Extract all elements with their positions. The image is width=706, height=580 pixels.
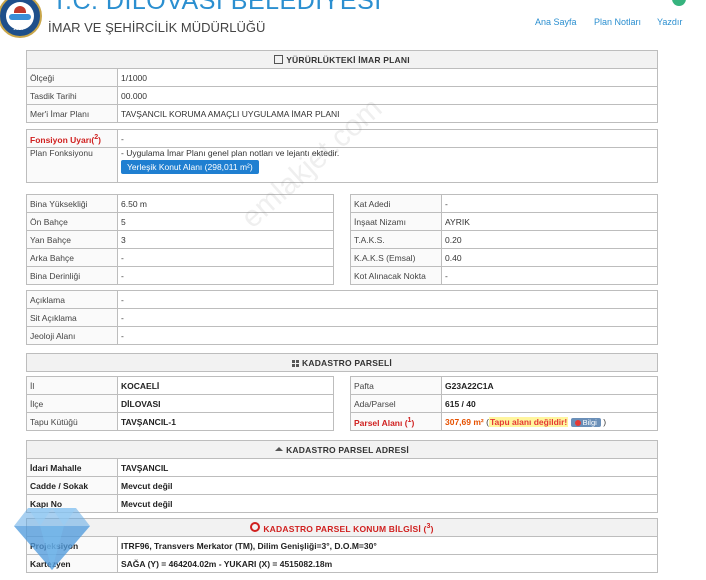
plan-note: - Uygulama İmar Planı genel plan notları… [121,148,340,159]
table-row: İl KOCAELİ [26,376,334,395]
table-row: Kapı No Mevcut değil [26,494,658,513]
params-right-table: Kat Adedi - İnşaat Nizamı AYRIK T.A.K.S. 0.… [350,194,658,285]
notes-table: Açıklama - Sit Açıklama - Jeoloji Alanı - [26,290,658,345]
table-row: Fonsiyon Uyarı(2) - [26,129,658,148]
page-header: 1987 T.C. DİLOVASI BELEDİYESİ İMAR VE ŞE… [0,0,706,46]
adres-table: KADASTRO PARSEL ADRESİ İdari Mahalle TAVŞ… [26,440,658,513]
adres-section-title: KADASTRO PARSEL ADRESİ [26,440,658,459]
tapu-warning: Tapu alanı değildir! [488,416,569,427]
department-title: İMAR VE ŞEHİRCİLİK MÜDÜRLÜĞÜ [48,20,266,35]
municipality-title: T.C. DİLOVASI BELEDİYESİ [52,0,382,15]
params-left-table: Bina Yüksekliği 6.50 m Ön Bahçe 5 Yan Bahç… [26,194,334,285]
table-row: Tapu Kütüğü TAVŞANCIL-1 [26,412,334,431]
table-icon [274,54,284,64]
table-row: Arka Bahçe - [26,248,334,267]
konum-table: KADASTRO PARSEL KONUM BİLGİSİ (3) Projek… [26,518,658,573]
table-row: Bina Derinliği - [26,266,334,285]
nav-plan-notlari-link[interactable]: Plan Notları [594,17,641,27]
table-row: Jeoloji Alanı - [26,326,658,345]
kadastro-header-table: KADASTRO PARSELİ [26,353,658,372]
table-row: İnşaat Nizamı AYRIK [350,212,658,231]
table-row: Mer'i İmar Planı TAVŞANCIL KORUMA AMAÇLI … [26,104,658,123]
table-row: Ada/Parsel 615 / 40 [350,394,658,413]
table-row: Sit Açıklama - [26,308,658,327]
table-row: Parsel Alanı (1) 307,69 m² (Tapu alanı d… [350,412,658,431]
table-row: İdari Mahalle TAVŞANCIL [26,458,658,477]
table-row: Kot Alınacak Nokta - [350,266,658,285]
fonksiyon-uyari-label: Fonsiyon Uyarı(2) [26,129,118,148]
logo-year: 1987 [13,26,25,32]
yerlesik-konut-button[interactable]: Yerleşik Konut Alanı (298,011 m²) [121,160,259,174]
status-dot-icon [672,0,686,6]
bilgi-button[interactable]: Bilgi [570,417,601,427]
kadastro-left-table: İl KOCAELİ İlçe DİLOVASI Tapu Kütüğü TAVŞAN… [26,376,334,431]
table-row: Pafta G23A22C1A [350,376,658,395]
table-row: Kat Adedi - [350,194,658,213]
table-row: Plan Fonksiyonu - Uygulama İmar Planı ge… [26,147,658,183]
municipality-logo: 1987 [0,0,42,38]
table-row: T.A.K.S. 0.20 [350,230,658,249]
info-icon [574,419,581,426]
table-row: Projeksiyon ITRF96, Transvers Merkator (T… [26,536,658,555]
table-row: Bina Yüksekliği 6.50 m [26,194,334,213]
nav-yazdir-link[interactable]: Yazdır [657,17,682,27]
table-row: Ölçeği 1/1000 [26,68,658,87]
table-row: Tasdik Tarihi 00.000 [26,86,658,105]
table-row: Açıklama - [26,290,658,309]
table-row: Kartezyen SAĞA (Y) = 464204.02m - YUKARI … [26,554,658,573]
konum-section-title: KADASTRO PARSEL KONUM BİLGİSİ (3) [26,518,658,537]
nav-ana-sayfa-link[interactable]: Ana Sayfa [535,17,577,27]
grid-icon [292,359,300,367]
parsel-alani-value: 307,69 m² [445,416,484,427]
table-row: Cadde / Sokak Mevcut değil [26,476,658,495]
table-row: İlçe DİLOVASI [26,394,334,413]
imar-plan-table: YÜRÜRLÜKTEKİ İMAR PLANI Ölçeği 1/1000 Tas… [26,50,658,123]
parsel-alani-label: Parsel Alanı (1) [350,412,442,431]
fonksiyon-table: Fonsiyon Uyarı(2) - Plan Fonksiyonu - Uy… [26,129,658,183]
map-pin-icon [250,522,261,533]
imar-plan-section-title: YÜRÜRLÜKTEKİ İMAR PLANI [26,50,658,69]
kadastro-right-table: Pafta G23A22C1A Ada/Parsel 615 / 40 Parsel… [350,376,658,431]
home-icon [275,446,284,451]
table-row: Ön Bahçe 5 [26,212,334,231]
table-row: Yan Bahçe 3 [26,230,334,249]
kadastro-section-title: KADASTRO PARSELİ [26,353,658,372]
table-row: K.A.K.S (Emsal) 0.40 [350,248,658,267]
